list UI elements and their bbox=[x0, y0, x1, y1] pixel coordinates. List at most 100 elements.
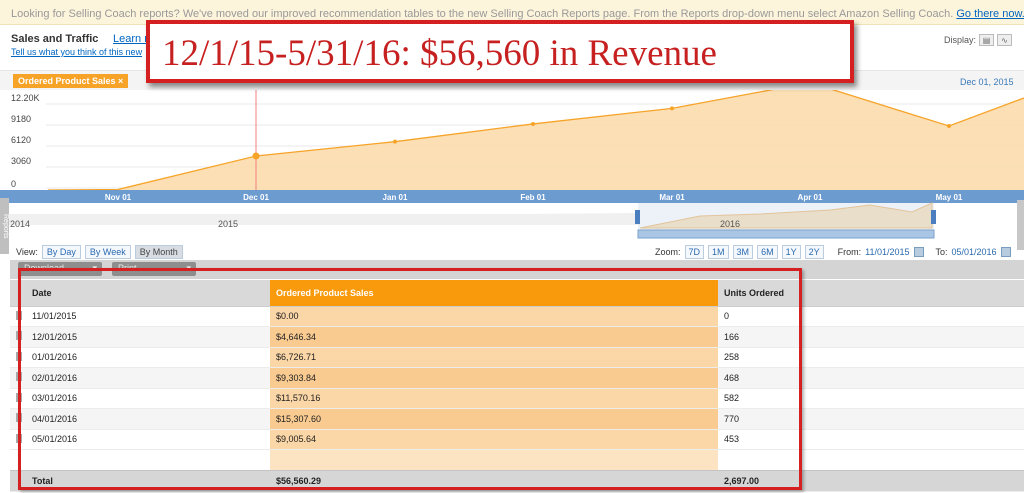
sales-cell: $4,646.34 bbox=[270, 326, 718, 348]
zoom-6m-button[interactable]: 6M bbox=[757, 245, 778, 259]
download-label: Download bbox=[24, 263, 65, 273]
data-point[interactable] bbox=[393, 139, 397, 144]
x-tick-label: Mar 01 bbox=[659, 193, 685, 202]
row-select-checkbox[interactable] bbox=[16, 372, 22, 382]
to-calendar-icon[interactable] bbox=[1000, 247, 1011, 257]
date-cell: 04/01/2016 bbox=[26, 408, 270, 430]
date-cell: 05/01/2016 bbox=[26, 429, 270, 450]
date-column-header[interactable]: Date bbox=[26, 280, 270, 307]
table-row[interactable]: 02/01/2016 $9,303.84 468 bbox=[10, 367, 1024, 389]
sales-cell: $9,303.84 bbox=[270, 367, 718, 389]
zoom-controls: Zoom: 7D 1M 3M 6M 1Y 2Y From: 11/01/2015… bbox=[655, 245, 1011, 259]
units-cell: 770 bbox=[718, 408, 802, 430]
print-dropdown[interactable]: Print ▾ bbox=[112, 262, 196, 276]
row-select-checkbox[interactable] bbox=[16, 392, 22, 402]
navigator-year-label: 2014 bbox=[10, 219, 30, 229]
navigator-year-label: 2016 bbox=[720, 219, 740, 229]
ordered-sales-column-header[interactable]: Ordered Product Sales bbox=[270, 280, 718, 307]
navigator-year-label: 2015 bbox=[218, 219, 238, 229]
x-axis-band bbox=[0, 190, 1024, 203]
zoom-label: Zoom: bbox=[655, 247, 681, 257]
units-column-header[interactable]: Units Ordered bbox=[718, 280, 802, 307]
total-sales: $56,560.29 bbox=[270, 470, 718, 492]
table-row[interactable]: 12/01/2015 $4,646.34 166 bbox=[10, 326, 1024, 348]
zoom-1y-button[interactable]: 1Y bbox=[781, 245, 801, 259]
chevron-down-icon: ▾ bbox=[92, 263, 97, 273]
row-select-checkbox[interactable] bbox=[16, 331, 22, 341]
navigator-selection bbox=[638, 203, 934, 230]
navigator-left-handle[interactable] bbox=[635, 210, 640, 224]
feedback-link[interactable]: Tell us what you think of this new bbox=[11, 47, 142, 57]
x-tick-label: Nov 01 bbox=[105, 193, 132, 202]
from-calendar-icon[interactable] bbox=[913, 247, 924, 257]
view-controls: View: By Day By Week By Month bbox=[16, 245, 183, 259]
table-row[interactable]: 05/01/2016 $9,005.64 453 bbox=[10, 429, 1024, 450]
y-tick-label: 9180 bbox=[11, 114, 31, 124]
units-cell: 0 bbox=[718, 306, 802, 327]
banner-text: Looking for Selling Coach reports? We've… bbox=[11, 8, 954, 20]
page-title: Sales and Traffic bbox=[11, 33, 99, 45]
units-cell: 468 bbox=[718, 367, 802, 389]
row-select-checkbox[interactable] bbox=[16, 351, 22, 361]
zoom-3m-button[interactable]: 3M bbox=[732, 245, 754, 259]
sales-cell: $6,726.71 bbox=[270, 347, 718, 368]
zoom-2y-button[interactable]: 2Y bbox=[804, 245, 824, 259]
from-date-input[interactable]: 11/01/2015 bbox=[865, 247, 909, 257]
navigator-scrollbar[interactable] bbox=[637, 229, 935, 239]
units-cell: 453 bbox=[718, 429, 802, 450]
go-there-now-link[interactable]: Go there now. bbox=[956, 8, 1024, 20]
total-row: Total $56,560.29 2,697.00 bbox=[10, 470, 1024, 492]
series-legend-chip[interactable]: Ordered Product Sales × bbox=[13, 74, 129, 88]
y-tick-label: 6120 bbox=[11, 135, 31, 145]
right-side-tab[interactable] bbox=[1017, 200, 1024, 250]
y-tick-label: 0 bbox=[11, 179, 16, 189]
x-tick-label: May 01 bbox=[936, 193, 963, 202]
hover-date-label: Dec 01, 2015 bbox=[960, 77, 1014, 87]
zoom-7d-button[interactable]: 7D bbox=[684, 245, 705, 259]
sales-cell: $0.00 bbox=[270, 306, 718, 327]
chevron-down-icon: ▾ bbox=[186, 263, 191, 273]
x-tick-label: Jan 01 bbox=[383, 193, 408, 202]
sales-table: Date Ordered Product Sales Units Ordered… bbox=[10, 280, 1024, 492]
to-label: To: bbox=[935, 247, 948, 257]
row-select-checkbox[interactable] bbox=[16, 310, 22, 320]
date-cell: 01/01/2016 bbox=[26, 347, 270, 368]
x-tick-label: Feb 01 bbox=[520, 193, 546, 202]
line-chart-icon[interactable]: ∿ bbox=[997, 34, 1013, 46]
table-row[interactable]: 01/01/2016 $6,726.71 258 bbox=[10, 347, 1024, 368]
y-tick-label: 12.20K bbox=[11, 93, 40, 103]
table-row[interactable]: 04/01/2016 $15,307.60 770 bbox=[10, 408, 1024, 430]
x-tick-label: Apr 01 bbox=[798, 193, 823, 202]
reports-side-tab[interactable]: Reports bbox=[0, 198, 9, 254]
data-point[interactable] bbox=[947, 123, 951, 128]
display-label: Display: bbox=[944, 35, 977, 45]
date-cell: 02/01/2016 bbox=[26, 367, 270, 389]
navigator-history-fill bbox=[0, 213, 640, 225]
area-fill bbox=[48, 90, 1024, 190]
data-point[interactable] bbox=[531, 121, 535, 126]
row-select-checkbox[interactable] bbox=[16, 413, 22, 423]
table-icon[interactable]: ▤ bbox=[979, 34, 995, 46]
data-point[interactable] bbox=[252, 152, 260, 160]
zoom-1m-button[interactable]: 1M bbox=[708, 245, 729, 259]
area-series bbox=[47, 90, 1024, 191]
units-cell: 166 bbox=[718, 326, 802, 348]
x-tick-label: Dec 01 bbox=[243, 193, 269, 202]
view-by-month-button[interactable]: By Month bbox=[134, 245, 183, 259]
row-select-checkbox[interactable] bbox=[16, 433, 22, 443]
view-by-week-button[interactable]: By Week bbox=[84, 245, 131, 259]
sales-area-chart[interactable]: 12.20K 9180 6120 3060 0 Nov 01 Dec 01 Jan 01 Fe… bbox=[0, 90, 1024, 240]
total-units: 2,697.00 bbox=[718, 470, 802, 492]
table-row[interactable]: 11/01/2015 $0.00 0 bbox=[10, 306, 1024, 327]
select-column-header bbox=[10, 280, 26, 307]
data-point[interactable] bbox=[670, 106, 674, 111]
y-axis-labels: 12.20K 9180 6120 3060 0 bbox=[11, 93, 40, 189]
total-label: Total bbox=[26, 470, 270, 492]
table-spacer-row bbox=[10, 449, 1024, 471]
date-cell: 12/01/2015 bbox=[26, 326, 270, 348]
navigator-right-handle[interactable] bbox=[931, 210, 936, 224]
table-row[interactable]: 03/01/2016 $11,570.16 582 bbox=[10, 388, 1024, 409]
download-dropdown[interactable]: Download ▾ bbox=[18, 262, 102, 276]
view-by-day-button[interactable]: By Day bbox=[41, 245, 81, 259]
to-date-input[interactable]: 05/01/2016 bbox=[952, 247, 997, 257]
